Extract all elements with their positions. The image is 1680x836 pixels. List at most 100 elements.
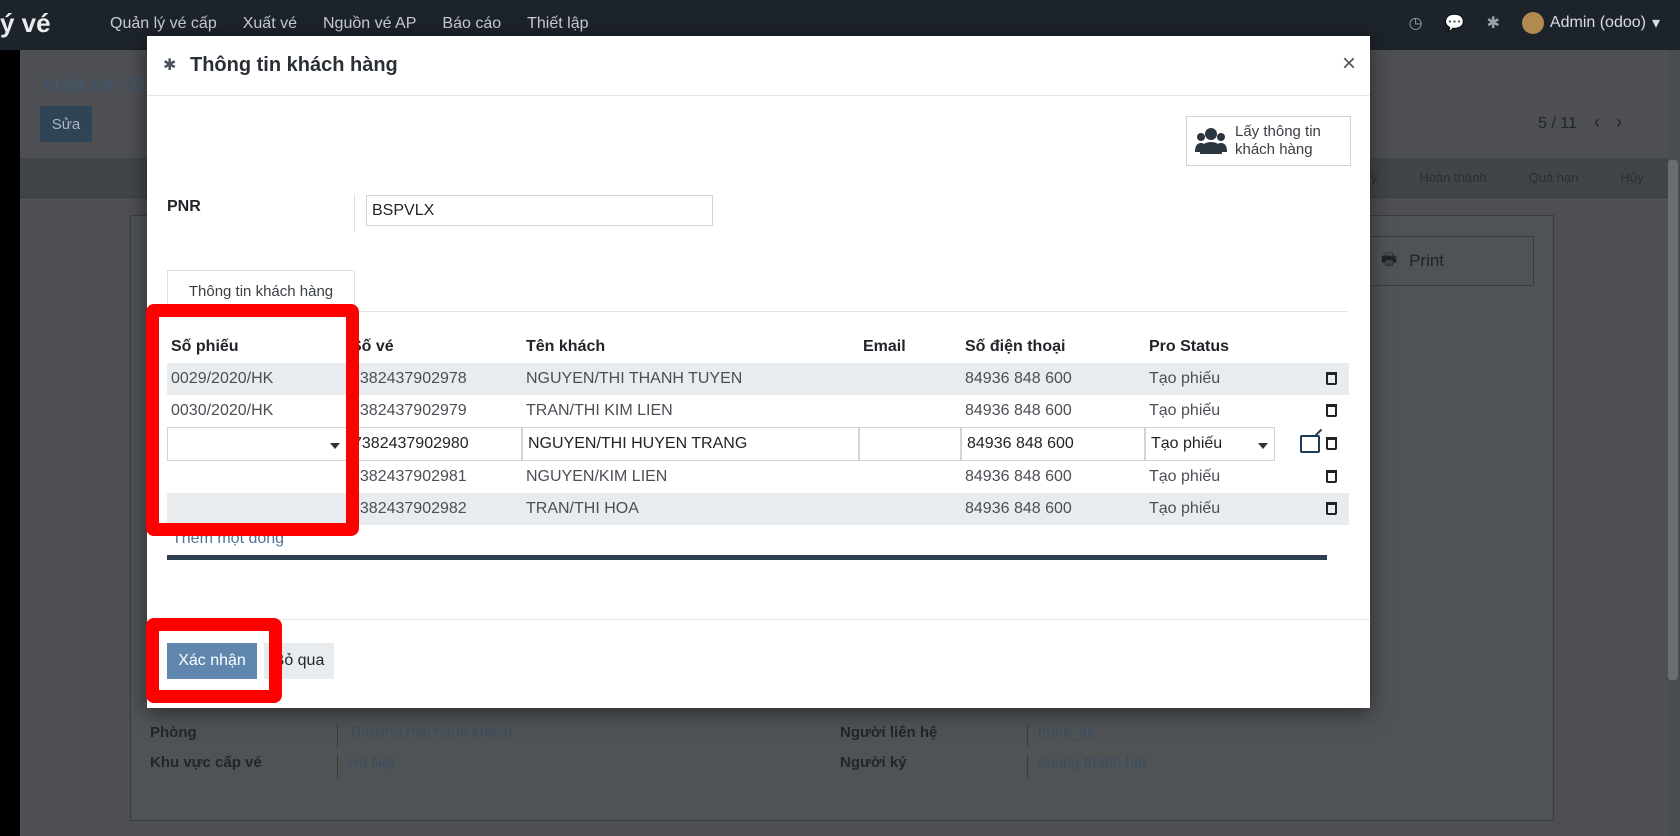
edit-button: Sửa [40,106,92,142]
cell-email [859,461,961,493]
cell-ten-khach: TRAN/THI HOA [522,493,859,525]
cell-so-phieu [167,493,347,525]
so-phieu-select[interactable] [167,427,347,461]
cell-email [859,493,961,525]
column-header[interactable]: Số điện thoại [961,331,1145,363]
pnr-label: PNR [167,198,201,215]
cell-ten-khach: NGUYEN/THI THANH TUYEN [522,363,859,395]
pager-value: 5 / 11 [1538,115,1577,132]
cell-so-phieu [167,427,347,461]
trash-icon[interactable] [1326,404,1337,418]
column-header[interactable]: Tên khách [522,331,859,363]
menu-item-nguon-ve-ap[interactable]: Nguồn vé AP [323,15,416,33]
menu-item-thiet-lap[interactable]: Thiết lập [527,15,588,33]
dialog-header: ✱ Thông tin khách hàng × [147,36,1370,96]
column-header[interactable]: Số phiếu [167,331,347,363]
table-row[interactable]: 7382437902981 NGUYEN/KIM LIEN 84936 848 … [167,461,1349,493]
column-header[interactable]: Email [859,331,961,363]
cell-pro-status: Tạo phiếu [1145,427,1275,461]
customer-info-dialog: ✱ Thông tin khách hàng × Lấy thông tin k… [147,36,1370,708]
field-label: Phòng [150,724,338,748]
row-actions [1275,461,1349,493]
bug-icon[interactable]: ✱ [1487,13,1500,33]
close-icon[interactable]: × [1342,50,1356,78]
menu-item-quan-ly-ve-cap[interactable]: Quản lý vé cấp [110,15,217,33]
tab-divider [167,311,1347,312]
status-step: Hủy [1620,170,1644,185]
field-label: Người liên hệ [840,724,1028,748]
skip-button[interactable]: Bỏ qua [264,643,334,679]
trash-icon[interactable] [1326,502,1337,516]
pro-status-select[interactable]: Tạo phiếu [1145,427,1275,461]
field-value: tmhk_all [1038,724,1094,741]
field-area: Khu vực cấp vé Hà Nội [150,754,394,778]
print-button: 🖶 Print [1368,236,1534,286]
cell-so-ve: 7382437902980 [347,427,522,461]
users-icon [1195,126,1227,156]
cell-pro-status: Tạo phiếu [1145,493,1275,525]
fetch-customer-info-button[interactable]: Lấy thông tin khách hàng [1186,116,1351,166]
table-row[interactable]: 0030/2020/HK 7382437902979 TRAN/THI KIM … [167,395,1349,427]
cell-so-dien-thoai: 84936 848 600 [965,468,1072,485]
bug-icon: ✱ [163,57,177,74]
column-header[interactable]: Pro Status [1145,331,1275,363]
cell-so-dien-thoai: 84936 848 600 [961,427,1145,461]
field-value: duong thanh hai [1038,754,1146,771]
cell-so-dien-thoai: 84936 848 600 [965,402,1072,419]
cell-pro-status: Tạo phiếu [1149,402,1221,419]
table-row[interactable]: 7382437902982 TRAN/THI HOA 84936 848 600… [167,493,1349,525]
table-header-row: Số phiếu Số vé Tên khách Email Số điện t… [167,331,1349,363]
navbar-right: ◷ 💬 ✱ Admin (odoo) ▾ [1409,12,1660,34]
row-actions [1275,395,1349,427]
user-menu[interactable]: Admin (odoo) ▾ [1521,12,1660,34]
column-header[interactable]: Số vé [347,331,522,363]
cell-email [859,395,961,427]
so-dien-thoai-input[interactable]: 84936 848 600 [961,427,1145,461]
cell-pro-status: Tạo phiếu [1149,468,1221,485]
menu-item-xuat-ve[interactable]: Xuất vé [243,15,297,33]
dialog-footer-divider [147,619,1370,620]
trash-icon[interactable] [1326,437,1337,451]
clock-icon[interactable]: ◷ [1409,13,1423,33]
status-steps: lý Hoàn thành Quá hạn Hủy [1368,170,1644,185]
pnr-input[interactable]: BSPVLX [366,195,713,226]
menu-item-bao-cao[interactable]: Báo cáo [442,15,501,33]
table-row-editing[interactable]: 7382437902980 NGUYEN/THI HUYEN TRANG 849… [167,427,1349,461]
table-row[interactable]: 0029/2020/HK 7382437902978 NGUYEN/THI TH… [167,363,1349,395]
user-name: Admin (odoo) [1549,14,1646,31]
trash-icon[interactable] [1326,372,1337,386]
printer-icon: 🖶 [1381,249,1398,269]
tab-customer-info[interactable]: Thông tin khách hàng [167,270,355,312]
trash-icon[interactable] [1326,470,1337,484]
print-label: Print [1409,251,1445,270]
page-scrollbar [1668,160,1678,680]
cell-so-phieu: 0030/2020/HK [171,402,274,419]
app-brand[interactable]: ý vé [0,8,51,39]
row-actions [1275,363,1349,395]
status-step: Hoàn thành [1419,170,1487,185]
add-line-link[interactable]: Thêm một dòng [172,530,284,548]
field-signer: Người ký duong thanh hai [840,754,1146,778]
confirm-button[interactable]: Xác nhận [167,643,257,679]
ten-khach-input[interactable]: NGUYEN/THI HUYEN TRANG [522,427,859,461]
chevron-right-icon: › [1616,112,1622,132]
field-contact: Người liên hệ tmhk_all [840,724,1094,748]
chevron-left-icon: ‹ [1594,112,1600,132]
cell-email [859,363,961,395]
row-actions [1275,493,1349,525]
field-value: Hà Nội [348,754,394,771]
so-ve-input[interactable]: 7382437902980 [347,427,522,461]
cell-so-phieu: 0029/2020/HK [167,363,347,395]
pager-arrows: ‹ › [1594,112,1622,133]
field-value: Thương mại hành khách [348,724,513,741]
email-input[interactable] [859,427,961,461]
cell-so-ve: 7382437902981 [351,468,467,485]
status-step: Quá hạn [1528,170,1579,185]
cell-ten-khach: NGUYEN/KIM LIEN [526,468,668,485]
cell-so-ve: 7382437902982 [347,493,522,525]
chat-icon[interactable]: 💬 [1445,13,1465,33]
table-footer-bar [167,555,1327,560]
caret-down-icon [1258,443,1268,449]
external-link-icon[interactable] [1300,434,1320,453]
cell-so-dien-thoai: 84936 848 600 [961,493,1145,525]
